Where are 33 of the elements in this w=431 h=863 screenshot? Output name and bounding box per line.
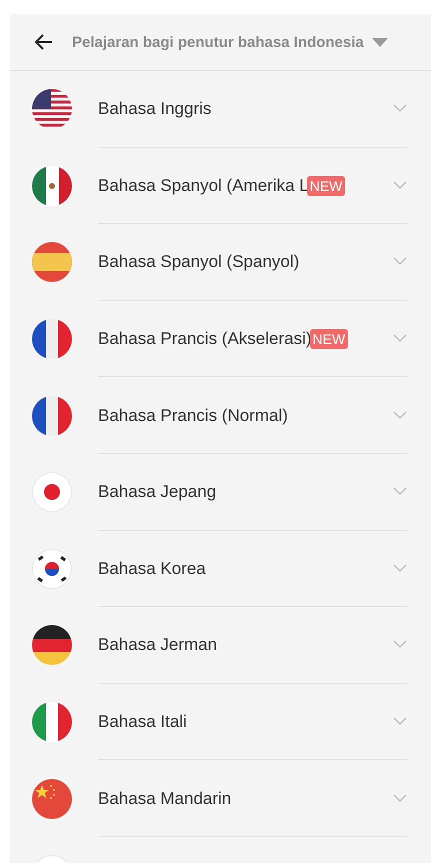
course-name[interactable]: Bahasa Prancis (Akselerasi) [98,329,312,350]
chevron-icon[interactable] [393,487,407,496]
new-badge: NEW [310,329,348,350]
chevron-icon[interactable] [393,180,407,190]
chevron-icon[interactable] [393,564,407,573]
flag-icon [32,242,72,282]
flag-icon [32,548,72,589]
flag-icon [32,319,72,360]
chevron-icon[interactable] [393,410,407,420]
course-name[interactable]: Bahasa Jepang [98,482,216,502]
chevron-icon[interactable] [393,717,407,726]
caret-icon [372,38,388,46]
flag-icon [32,472,72,512]
flag-icon [32,166,72,206]
course-name[interactable]: Bahasa Jerman [98,635,218,656]
course-name[interactable]: Bahasa Inggris [98,99,212,120]
course-name[interactable]: Bahasa Spanyol (Spanyol) [98,252,300,272]
chevron-icon[interactable] [393,104,407,114]
new-badge: NEW [306,176,346,196]
course-name[interactable]: Bahasa Mandarin [98,788,232,809]
chevron-icon[interactable] [393,794,407,803]
course-name[interactable]: Bahasa Korea [98,558,206,579]
chevron-icon[interactable] [393,334,407,344]
chevron-icon[interactable] [393,257,407,266]
flag-icon [32,89,72,130]
chevron-icon[interactable] [393,640,407,650]
course-name[interactable]: Bahasa Itali [98,712,187,732]
course-name[interactable]: Bahasa Prancis (Normal) [98,406,288,426]
flag-icon [32,625,72,666]
course-name[interactable]: Bahasa Spanyol (Amerika L [98,176,309,196]
flag-icon [32,396,72,436]
flag-icon [32,778,72,819]
flag-icon [32,702,72,742]
